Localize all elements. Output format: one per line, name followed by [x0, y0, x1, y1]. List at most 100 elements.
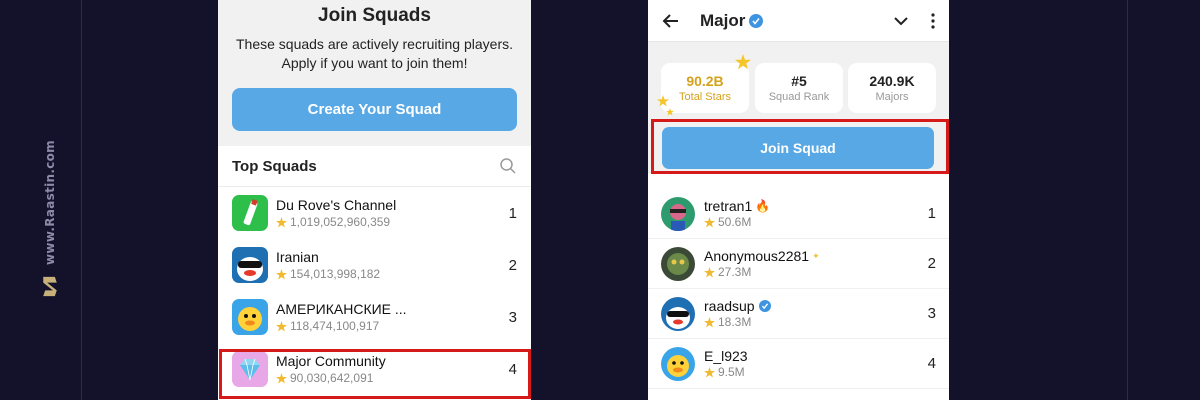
stat-label: Total Stars: [679, 91, 731, 103]
squad-row[interactable]: Iranian 154,013,998,182 2: [218, 239, 531, 291]
member-rank: 4: [927, 355, 936, 372]
sparkle-icon: ✦: [812, 250, 820, 261]
top-bar: Major: [648, 0, 949, 42]
member-rank: 2: [927, 255, 936, 272]
member-name-text: tretran1: [704, 198, 753, 214]
top-squads-title: Top Squads: [232, 157, 317, 175]
raastin-logo-icon: [43, 276, 57, 297]
avatar: [661, 246, 695, 281]
member-score: 27.3M: [704, 265, 928, 279]
list-item[interactable]: raadsup 18.3M 3: [648, 289, 949, 339]
member-score: 18.3M: [704, 315, 928, 329]
squad-rank: 3: [508, 308, 517, 326]
member-score: 9.5M: [704, 365, 928, 379]
squad-name: Iranian: [276, 249, 319, 265]
star-icon: [704, 216, 715, 227]
member-score: 50.6M: [704, 215, 928, 229]
stat-value: #5: [791, 73, 807, 89]
list-item[interactable]: E_l923 9.5M 4: [648, 339, 949, 389]
star-icon: [276, 268, 287, 279]
back-arrow-icon[interactable]: [662, 12, 680, 30]
watermark: www.Raastin.com: [30, 140, 70, 300]
member-info: raadsup 18.3M: [704, 298, 928, 329]
chevron-down-icon[interactable]: [893, 13, 909, 29]
star-icon: [276, 320, 287, 331]
join-squads-header: Join Squads These squads are actively re…: [218, 0, 531, 146]
verified-icon: [758, 300, 771, 312]
member-name: tretran1 🔥: [704, 198, 928, 214]
member-list: tretran1 🔥 50.6M 1 Anonymous2281 ✦ 27.3M…: [648, 173, 949, 389]
avatar: [661, 196, 695, 231]
stat-label: Majors: [875, 91, 909, 103]
verified-icon: [749, 13, 764, 28]
stat-card-majors: 240.9K Majors: [848, 63, 936, 113]
member-name-text: raadsup: [704, 298, 755, 314]
watermark-text: www.Raastin.com: [43, 140, 57, 265]
highlight-box-major-community: [219, 349, 531, 399]
member-name: raadsup: [704, 298, 928, 314]
create-squad-button[interactable]: Create Your Squad: [232, 88, 517, 131]
subtitle-line-1: These squads are actively recruiting pla…: [235, 36, 514, 52]
duck-sunglasses-icon: [232, 247, 268, 283]
member-name-text: E_l923: [704, 348, 748, 364]
bottle-icon: [232, 195, 268, 231]
member-info: tretran1 🔥 50.6M: [704, 198, 928, 229]
member-score-value: 9.5M: [718, 365, 745, 379]
member-rank: 3: [927, 305, 936, 322]
squad-rank: 1: [508, 204, 517, 222]
squad-rank: 2: [508, 256, 517, 274]
more-vertical-icon[interactable]: [931, 12, 935, 29]
highlight-box-join-squad: [651, 119, 949, 174]
squad-name: Du Rove's Channel: [276, 197, 397, 213]
search-icon[interactable]: [499, 157, 517, 175]
top-squads-header: Top Squads: [218, 146, 531, 187]
squad-info: АМЕРИКАНСКИЕ ... 118,474,100,917: [276, 301, 497, 333]
frame-line-right: [1127, 0, 1128, 400]
member-score-value: 18.3M: [718, 315, 752, 329]
squad-score-value: 118,474,100,917: [290, 319, 380, 333]
star-icon: [704, 366, 715, 377]
page-subtitle: These squads are actively recruiting pla…: [218, 35, 531, 73]
squad-score: 154,013,998,182: [276, 267, 497, 281]
star-icon: [276, 216, 287, 227]
list-item[interactable]: Anonymous2281 ✦ 27.3M 2: [648, 239, 949, 289]
star-sparkle-icon: [657, 95, 669, 107]
fire-icon: 🔥: [755, 199, 771, 213]
star-sparkle-icon: [666, 108, 674, 116]
squad-name: АМЕРИКАНСКИЕ ...: [276, 301, 407, 317]
member-name: E_l923: [704, 348, 928, 364]
squad-title: Major: [700, 10, 746, 30]
stat-value: 90.2B: [686, 73, 724, 89]
squad-score: 118,474,100,917: [276, 319, 497, 333]
squad-score: 1,019,052,960,359: [276, 215, 497, 229]
subtitle-line-2: Apply if you want to join them!: [281, 55, 468, 71]
stat-card-squad-rank: #5 Squad Rank: [755, 63, 843, 113]
frame-line-left: [81, 0, 82, 400]
page-title: Join Squads: [318, 5, 431, 26]
member-info: E_l923 9.5M: [704, 348, 928, 379]
star-sparkle-icon: [735, 54, 751, 70]
member-name: Anonymous2281 ✦: [704, 248, 928, 264]
join-squads-screen: Join Squads These squads are actively re…: [218, 0, 531, 400]
member-rank: 1: [927, 205, 936, 222]
squad-info: Iranian 154,013,998,182: [276, 249, 497, 281]
star-icon: [704, 266, 715, 277]
member-score-value: 27.3M: [718, 265, 752, 279]
stat-label: Squad Rank: [768, 91, 830, 103]
squad-score-value: 154,013,998,182: [290, 267, 381, 281]
avatar: [661, 296, 695, 331]
squad-info: Du Rove's Channel 1,019,052,960,359: [276, 197, 497, 229]
stat-card-total-stars: 90.2B Total Stars: [661, 63, 749, 113]
star-icon: [704, 316, 715, 327]
list-item[interactable]: tretran1 🔥 50.6M 1: [648, 189, 949, 239]
duck-icon: [232, 299, 268, 335]
member-info: Anonymous2281 ✦ 27.3M: [704, 248, 928, 279]
squad-row[interactable]: АМЕРИКАНСКИЕ ... 118,474,100,917 3: [218, 291, 531, 343]
squad-row[interactable]: Du Rove's Channel 1,019,052,960,359 1: [218, 187, 531, 239]
member-score-value: 50.6M: [718, 215, 752, 229]
avatar: [661, 346, 695, 381]
member-name-text: Anonymous2281: [704, 248, 810, 264]
stat-value: 240.9K: [869, 73, 915, 89]
major-squad-screen: Major 90.2B Total Stars #5 Squad Rank 24…: [648, 0, 949, 400]
squad-score-value: 1,019,052,960,359: [290, 215, 391, 229]
